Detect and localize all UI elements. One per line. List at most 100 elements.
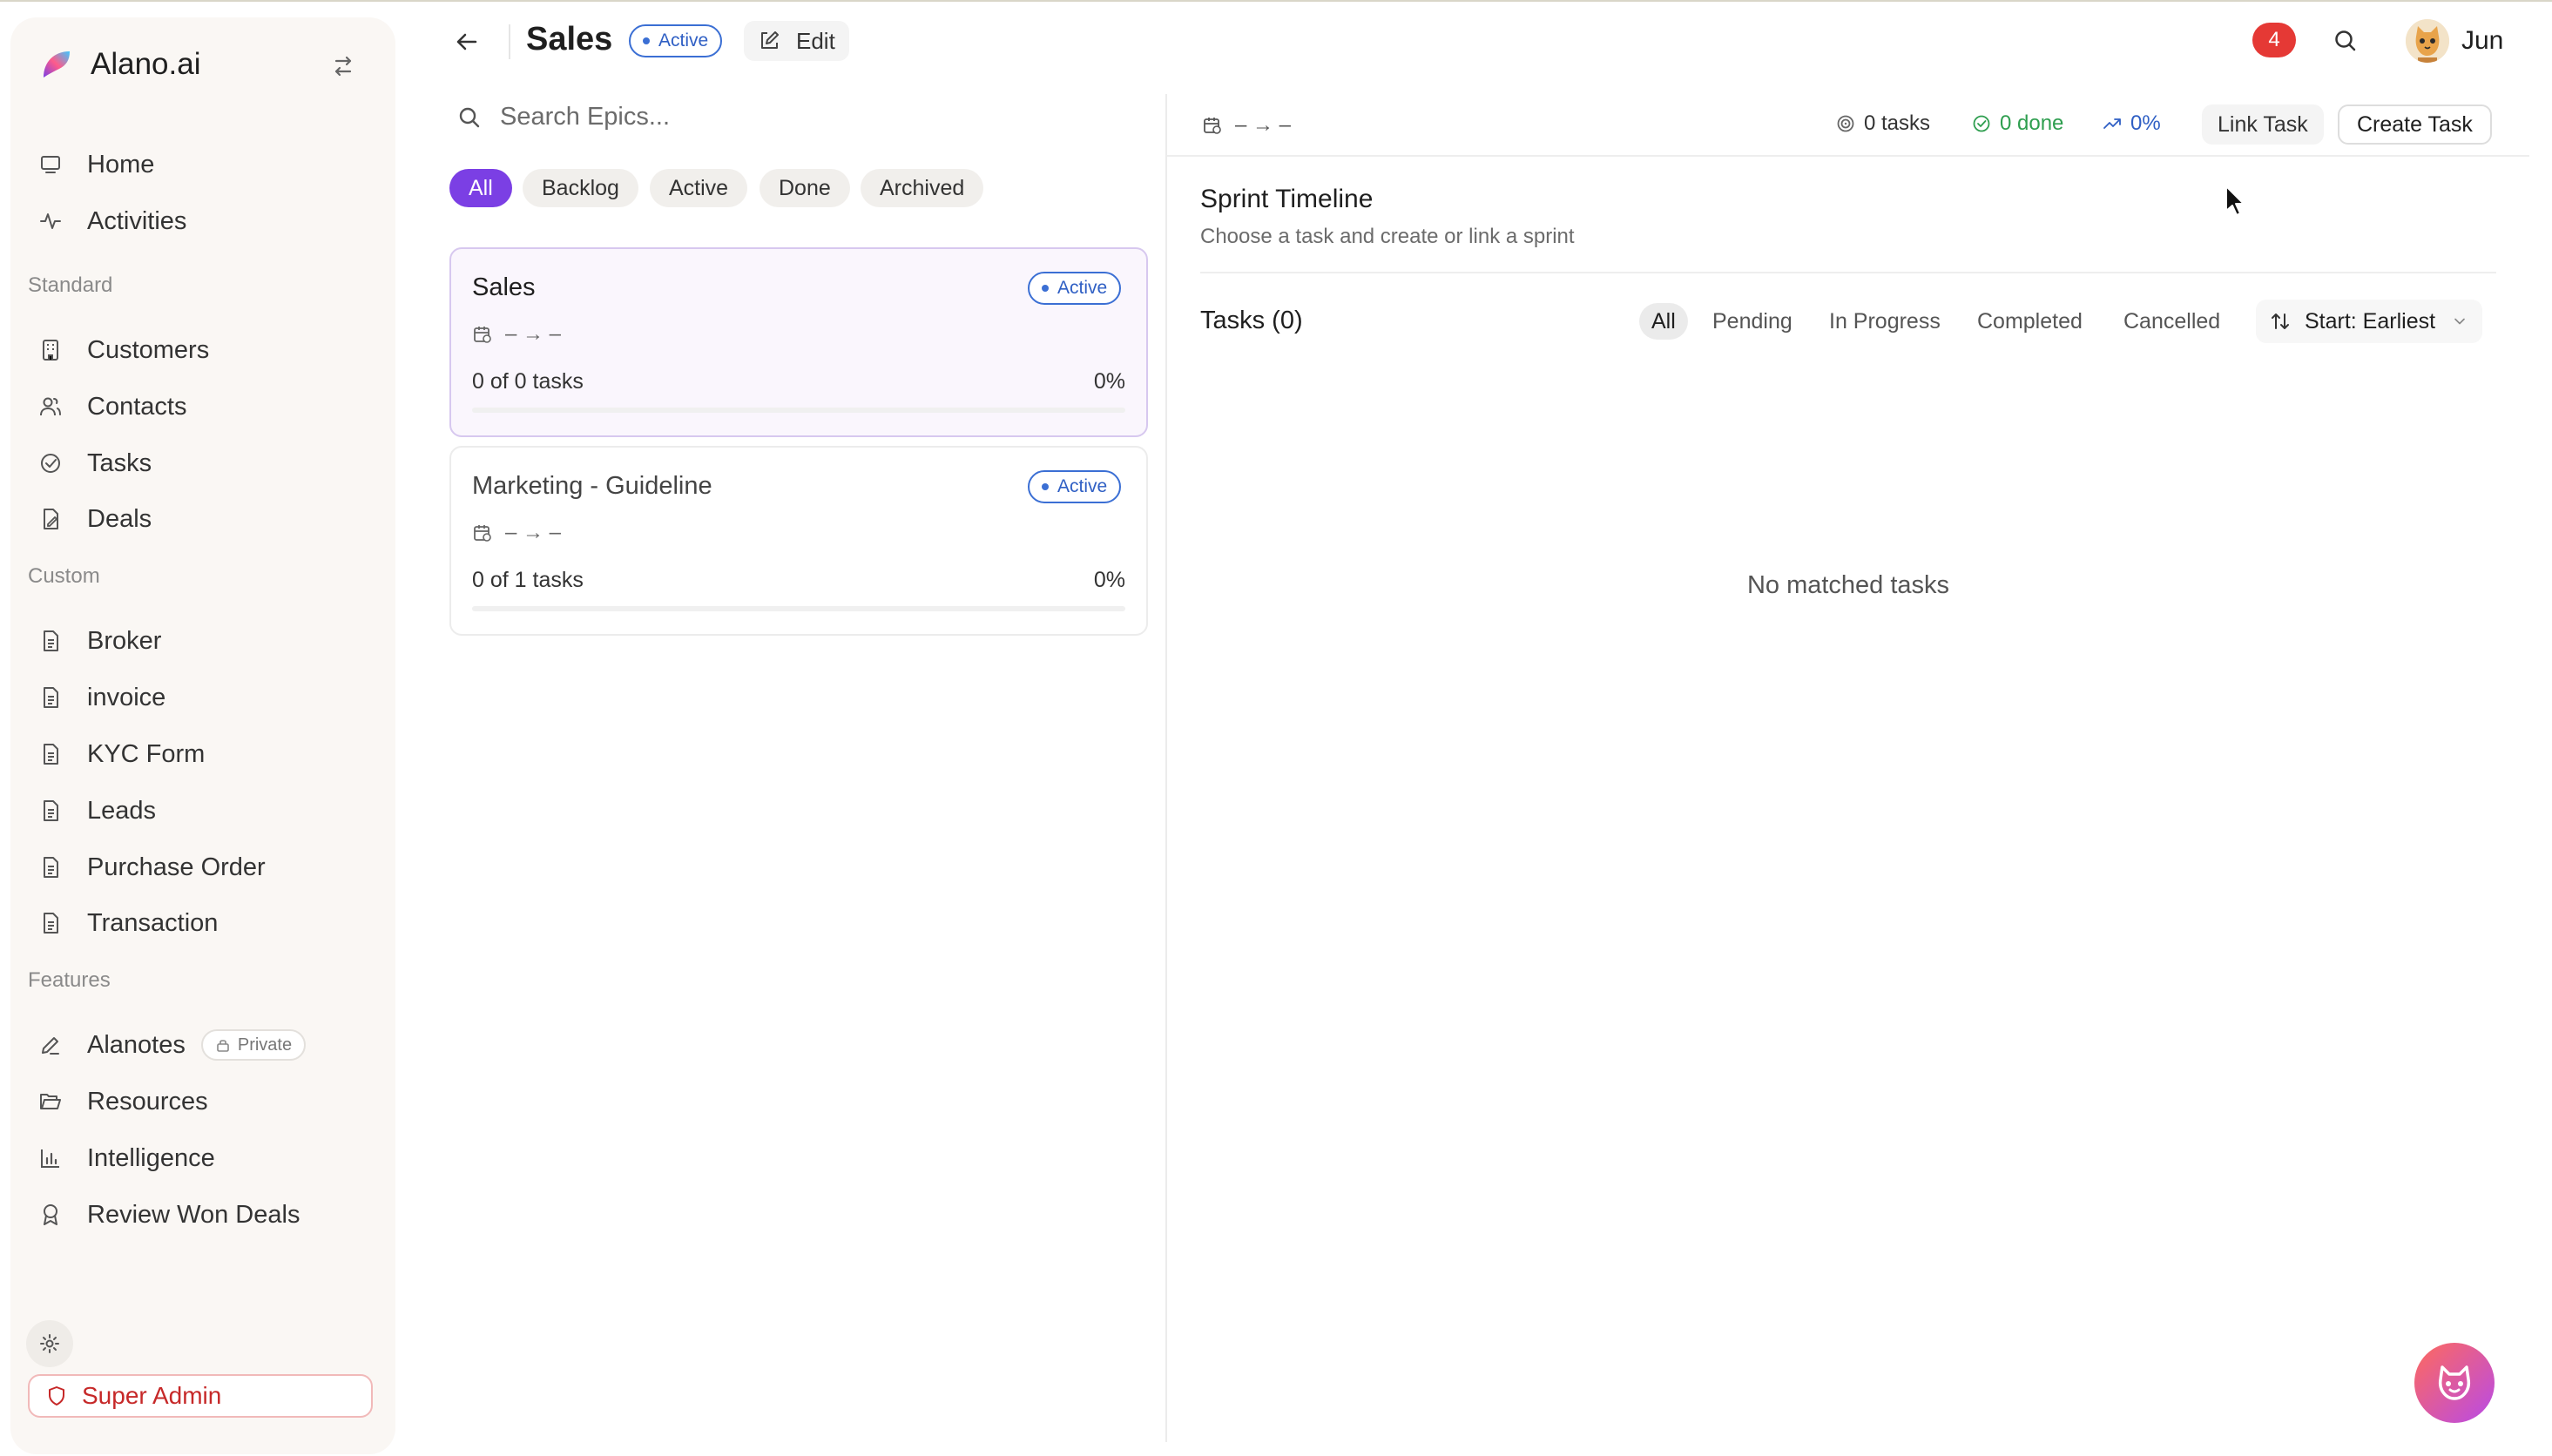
sidebar-item-activities[interactable]: Activities	[28, 199, 368, 243]
cat-avatar-icon	[2406, 19, 2449, 63]
sidebar-item-home[interactable]: Home	[28, 143, 368, 186]
super-admin-label: Super Admin	[82, 1382, 222, 1409]
chat-assistant-button[interactable]	[2414, 1343, 2495, 1423]
detail-date-range: – → –	[1202, 113, 1291, 138]
building-icon	[43, 340, 58, 361]
status-badge: Active	[629, 24, 723, 57]
avatar[interactable]	[2406, 19, 2449, 63]
sprint-timeline-title: Sprint Timeline	[1200, 185, 1374, 213]
super-admin-button[interactable]: Super Admin	[28, 1374, 373, 1418]
task-filter-all[interactable]: All	[1639, 303, 1688, 340]
sort-label: Start: Earliest	[2305, 308, 2436, 334]
file-text-icon	[44, 913, 58, 934]
lock-icon	[217, 1040, 229, 1052]
task-filter-pending[interactable]: Pending	[1700, 303, 1805, 340]
stat-progress: 0%	[2103, 111, 2161, 136]
sidebar-item-label: Customers	[87, 335, 210, 364]
stat-tasks: 0 tasks	[1836, 111, 1930, 136]
search-icon[interactable]	[2331, 26, 2360, 56]
sidebar-item-purchase-order[interactable]: Purchase Order	[28, 846, 368, 889]
create-task-button[interactable]: Create Task	[2338, 104, 2492, 145]
sidebar-item-invoice[interactable]: invoice	[28, 676, 368, 719]
task-filter-completed[interactable]: Completed	[1965, 303, 2095, 340]
sidebar-item-label: Home	[87, 150, 155, 179]
header-divider	[509, 24, 510, 59]
notification-badge[interactable]: 4	[2252, 23, 2296, 57]
collapse-sidebar-icon[interactable]	[326, 49, 361, 84]
epic-search[interactable]	[456, 103, 866, 131]
edit-icon	[761, 31, 779, 49]
alano-logo-icon	[44, 51, 70, 78]
section-title-standard: Standard	[28, 273, 113, 297]
sidebar-item-label: KYC Form	[87, 739, 206, 768]
filter-backlog[interactable]: Backlog	[523, 169, 638, 207]
epic-card-marketing-guideline[interactable]: Marketing - Guideline Active – → – 0 of …	[449, 446, 1148, 636]
status-dot	[643, 37, 650, 44]
brand[interactable]: Alano.ai	[40, 47, 200, 82]
epic-search-input[interactable]	[500, 103, 866, 131]
back-arrow-icon[interactable]	[453, 24, 481, 59]
sidebar-item-resources[interactable]: Resources	[28, 1080, 368, 1123]
folder-open-icon	[40, 1094, 61, 1109]
app-name: Alano.ai	[91, 47, 201, 81]
target-icon	[1837, 115, 1854, 132]
task-filter-cancelled[interactable]: Cancelled	[2111, 303, 2232, 340]
sidebar-item-label: Broker	[87, 626, 162, 655]
section-title-custom: Custom	[28, 564, 100, 588]
file-text-icon	[44, 744, 58, 765]
user-name[interactable]: Jun	[2461, 26, 2503, 56]
check-circle-icon	[41, 454, 60, 473]
sort-dropdown[interactable]: Start: Earliest	[2256, 300, 2483, 343]
sidebar-item-contacts[interactable]: Contacts	[28, 385, 368, 428]
filter-all[interactable]: All	[449, 169, 512, 207]
private-badge-label: Private	[237, 1035, 293, 1055]
trending-up-icon	[2103, 118, 2121, 129]
sprint-timeline-subtitle: Choose a task and create or link a sprin…	[1200, 225, 1575, 248]
sidebar-item-leads[interactable]: Leads	[28, 789, 368, 832]
sidebar-item-label: Leads	[87, 796, 157, 825]
sort-arrows-icon	[2272, 313, 2289, 329]
check-circle-icon	[1973, 115, 1990, 132]
section-title-features: Features	[28, 968, 111, 992]
pen-icon	[42, 1037, 59, 1055]
sidebar-item-customers[interactable]: Customers	[28, 328, 368, 372]
file-text-icon	[44, 687, 58, 708]
sidebar-item-label: Transaction	[87, 908, 219, 937]
sidebar-item-label: Resources	[87, 1087, 208, 1116]
detail-divider	[1200, 272, 2496, 273]
monitor-icon	[41, 156, 60, 173]
settings-button[interactable]	[26, 1320, 73, 1367]
mouse-cursor-icon	[2225, 185, 2245, 216]
sidebar-item-label: Activities	[87, 206, 187, 235]
edit-button-label: Edit	[796, 27, 835, 54]
link-task-button[interactable]: Link Task	[2202, 104, 2324, 145]
sidebar-item-tasks[interactable]: Tasks	[28, 442, 368, 485]
stat-tasks-value: 0 tasks	[1864, 111, 1931, 135]
sidebar-item-review-won-deals[interactable]: Review Won Deals	[28, 1193, 368, 1237]
sidebar-item-alanotes[interactable]: Alanotes Private	[28, 1023, 368, 1067]
filter-done[interactable]: Done	[760, 169, 850, 207]
epic-name: Marketing - Guideline	[472, 472, 712, 500]
gear-icon	[40, 1334, 59, 1353]
file-text-icon	[44, 630, 58, 651]
sidebar-item-deals[interactable]: Deals	[28, 497, 368, 541]
document-edit-icon	[44, 509, 58, 529]
status-badge-label: Active	[658, 30, 709, 51]
stat-done: 0 done	[1972, 111, 2063, 136]
epic-progress-bar	[472, 606, 1125, 611]
calendar-clock-icon	[474, 525, 491, 542]
epic-card-sales[interactable]: Sales Active – → – 0 of 0 tasks 0%	[449, 247, 1148, 437]
sidebar-item-intelligence[interactable]: Intelligence	[28, 1136, 368, 1180]
filter-active[interactable]: Active	[650, 169, 748, 207]
epic-progress-percent: 0%	[1093, 369, 1125, 394]
sidebar-item-kyc-form[interactable]: KYC Form	[28, 732, 368, 776]
edit-button[interactable]: Edit	[744, 21, 849, 61]
search-icon	[459, 107, 480, 127]
cat-face-icon	[2438, 1365, 2471, 1400]
task-filter-in-progress[interactable]: In Progress	[1817, 303, 1953, 340]
sidebar-item-transaction[interactable]: Transaction	[28, 901, 368, 945]
filter-archived[interactable]: Archived	[861, 169, 984, 207]
epic-date-range: – → –	[472, 521, 561, 545]
activity-icon	[40, 213, 61, 229]
sidebar-item-broker[interactable]: Broker	[28, 619, 368, 663]
